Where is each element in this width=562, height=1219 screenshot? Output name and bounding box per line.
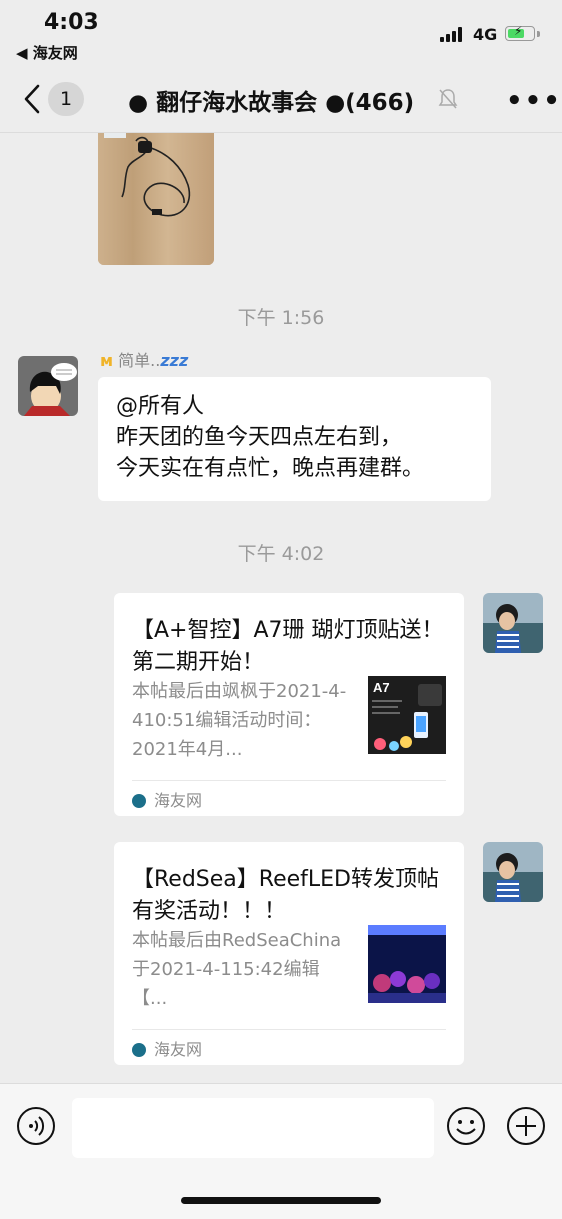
source-name: 海友网	[154, 1040, 203, 1059]
crown-icon: ᴍ	[100, 351, 114, 370]
sleep-emoji: zzz	[160, 351, 189, 370]
link-card[interactable]: 【RedSea】ReefLED转发顶帖有奖活动！！！ 本帖最后由RedSeaCh…	[114, 842, 464, 1065]
card-thumbnail: A7	[368, 676, 446, 754]
battery-cap	[537, 31, 540, 37]
plus-icon[interactable]	[506, 1106, 546, 1146]
card-divider	[132, 1029, 446, 1030]
back-to-app-link[interactable]: ◀ 海友网	[16, 42, 78, 63]
battery-icon: ⚡	[505, 24, 535, 41]
sender-name: ᴍ 简单..zzz	[100, 347, 188, 371]
message-line: 今天实在有点忙，晚点再建群。	[116, 456, 425, 481]
card-description: 本帖最后由飒枫于2021-4-410:51编辑活动时间：2021年4月...	[132, 681, 347, 760]
chat-title[interactable]: ● 翻仔海水故事会 ●(466)	[128, 83, 414, 117]
home-indicator[interactable]	[181, 1197, 381, 1204]
sender-avatar[interactable]	[18, 356, 78, 416]
self-avatar[interactable]	[483, 842, 543, 902]
link-card[interactable]: 【A+智控】A7珊 瑚灯顶贴送！第二期开始！ 本帖最后由飒枫于2021-4-41…	[114, 593, 464, 816]
message-line: @所有人	[116, 394, 205, 419]
source-name: 海友网	[154, 791, 203, 810]
sender-name-text: 简单..	[118, 351, 161, 370]
thumb-label: A7	[373, 680, 390, 695]
timestamp: 下午 4:02	[237, 543, 325, 565]
card-source: 海友网	[132, 787, 202, 811]
card-source: 海友网	[132, 1036, 202, 1060]
message-input[interactable]	[72, 1098, 434, 1158]
network-type: 4G	[473, 25, 498, 44]
unread-count-badge[interactable]: 1	[48, 82, 84, 116]
status-time: 4:03	[44, 10, 99, 35]
back-chevron-icon[interactable]	[20, 82, 46, 116]
card-divider	[132, 780, 446, 781]
site-logo-icon	[132, 794, 146, 808]
message-list[interactable]: 下午 1:56 ᴍ 简单..zzz @所有人 昨天团的鱼今天四点左右到， 今天实…	[0, 133, 562, 1083]
text-message-bubble[interactable]: @所有人 昨天团的鱼今天四点左右到， 今天实在有点忙，晚点再建群。	[98, 377, 491, 501]
signal-icon	[440, 26, 466, 42]
card-title: 【RedSea】ReefLED转发顶帖有奖活动！！！	[132, 867, 439, 924]
emoji-icon[interactable]	[446, 1106, 486, 1146]
status-bar: 4:03 ◀ 海友网 4G ⚡	[0, 0, 562, 66]
site-logo-icon	[132, 1043, 146, 1057]
card-title: 【A+智控】A7珊 瑚灯顶贴送！第二期开始！	[132, 618, 444, 675]
card-thumbnail	[368, 925, 446, 1003]
self-avatar[interactable]	[483, 593, 543, 653]
voice-input-icon[interactable]	[16, 1106, 56, 1146]
message-line: 昨天团的鱼今天四点左右到，	[116, 425, 403, 450]
timestamp: 下午 1:56	[237, 307, 325, 329]
muted-bell-icon	[438, 89, 458, 109]
image-message[interactable]	[98, 133, 214, 265]
chat-header: 1 ● 翻仔海水故事会 ●(466) •••	[0, 66, 562, 133]
card-description: 本帖最后由RedSeaChina于2021-4-115:42编辑【...	[132, 930, 342, 1009]
more-options-button[interactable]: •••	[506, 86, 562, 116]
